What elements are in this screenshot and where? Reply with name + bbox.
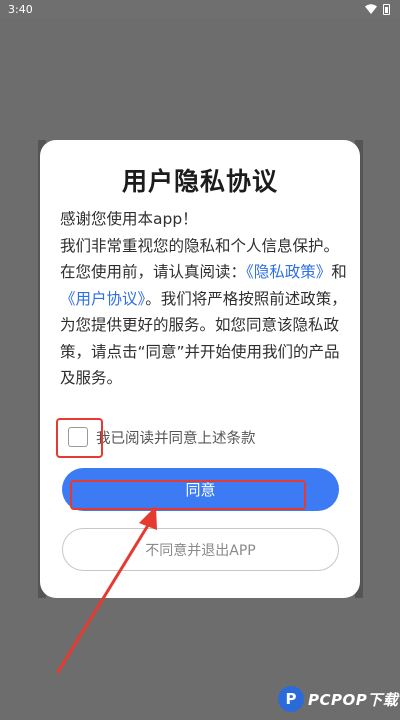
pcpop-watermark: P PCPOP下载 — [278, 686, 398, 712]
pcpop-logo-icon: P — [278, 686, 304, 712]
watermark-text: PCPOP下载 — [308, 690, 399, 709]
annotation-arrow — [56, 506, 157, 674]
